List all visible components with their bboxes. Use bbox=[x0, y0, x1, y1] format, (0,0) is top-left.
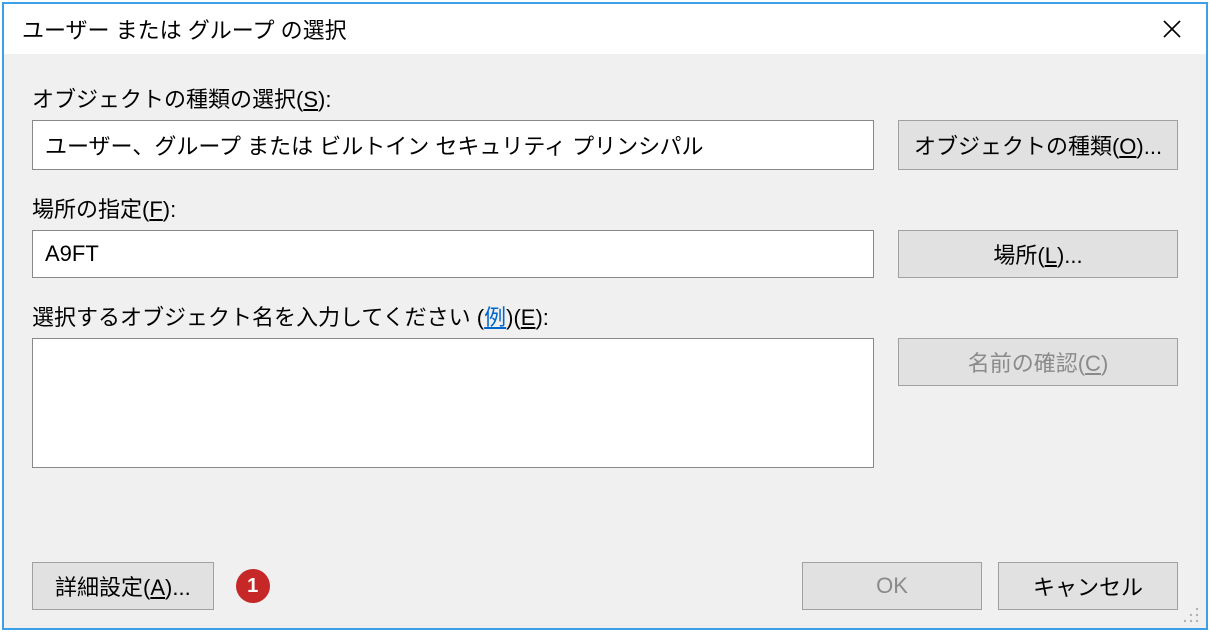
titlebar: ユーザー または グループ の選択 bbox=[4, 4, 1206, 54]
dialog-button-bar: 詳細設定(A)... 1 OK キャンセル bbox=[4, 562, 1206, 628]
object-names-row: 名前の確認(C) bbox=[32, 338, 1178, 468]
dialog-title: ユーザー または グループ の選択 bbox=[22, 13, 1152, 45]
examples-link[interactable]: 例 bbox=[484, 305, 506, 330]
close-icon bbox=[1162, 19, 1182, 39]
annotation-marker-1: 1 bbox=[236, 569, 270, 603]
object-names-side: 名前の確認(C) bbox=[898, 338, 1178, 386]
dialog-window: ユーザー または グループ の選択 オブジェクトの種類の選択(S): ユーザー、… bbox=[2, 2, 1208, 630]
check-names-button[interactable]: 名前の確認(C) bbox=[898, 338, 1178, 386]
locations-button[interactable]: 場所(L)... bbox=[898, 230, 1178, 278]
object-types-button[interactable]: オブジェクトの種類(O)... bbox=[898, 120, 1178, 170]
location-field: A9FT bbox=[32, 230, 874, 278]
object-type-label: オブジェクトの種類の選択(S): bbox=[32, 82, 1178, 114]
close-button[interactable] bbox=[1152, 9, 1192, 49]
cancel-button[interactable]: キャンセル bbox=[998, 562, 1178, 610]
object-type-row: ユーザー、グループ または ビルトイン セキュリティ プリンシパル オブジェクト… bbox=[32, 120, 1178, 170]
dialog-content: オブジェクトの種類の選択(S): ユーザー、グループ または ビルトイン セキュ… bbox=[4, 54, 1206, 562]
location-row: A9FT 場所(L)... bbox=[32, 230, 1178, 278]
location-label: 場所の指定(F): bbox=[32, 192, 1178, 224]
advanced-button[interactable]: 詳細設定(A)... bbox=[32, 562, 214, 610]
object-type-field: ユーザー、グループ または ビルトイン セキュリティ プリンシパル bbox=[32, 120, 874, 170]
object-names-label: 選択するオブジェクト名を入力してください (例)(E): bbox=[32, 300, 1178, 332]
object-names-input[interactable] bbox=[32, 338, 874, 468]
resize-grip-icon[interactable] bbox=[1182, 606, 1200, 624]
ok-button[interactable]: OK bbox=[802, 562, 982, 610]
